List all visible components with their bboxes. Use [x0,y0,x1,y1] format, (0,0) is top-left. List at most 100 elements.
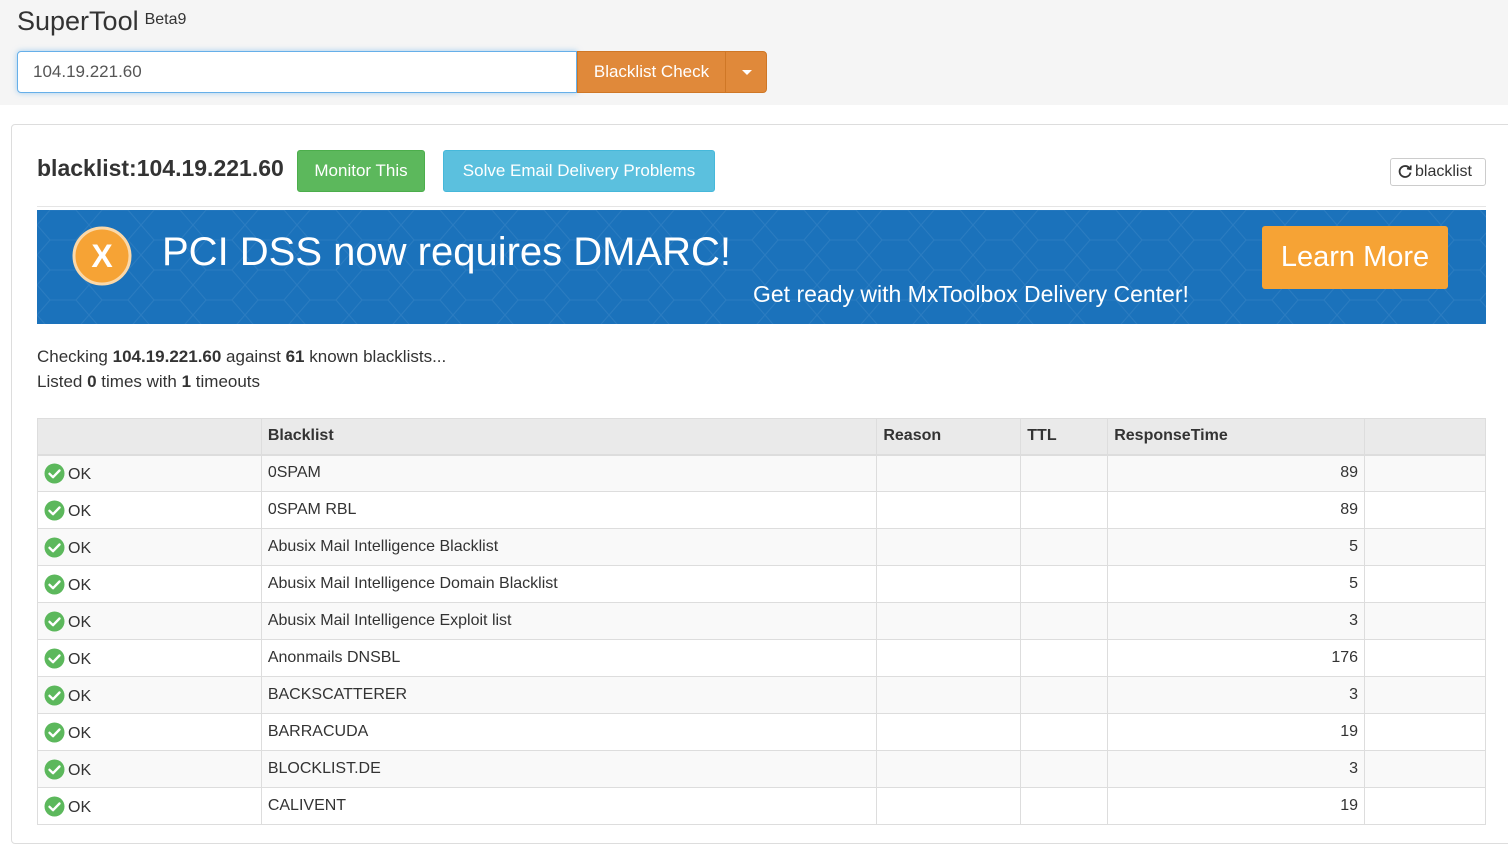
table-row: OK BLOCKLIST.DE 3 [37,750,1486,788]
response-time-cell: 19 [1107,713,1366,751]
response-time-cell: 176 [1107,639,1366,677]
check-circle-icon [44,796,65,816]
logo-letter: X [91,238,113,274]
response-time-cell: 3 [1107,750,1366,788]
listed-count: 0 [87,372,97,391]
brand-logo[interactable]: SuperTool Beta9 [17,6,186,37]
response-time-cell: 3 [1107,676,1366,714]
table-row: OK BARRACUDA 19 [37,713,1486,751]
ttl-cell [1020,750,1109,788]
learn-more-button[interactable]: Learn More [1262,226,1448,289]
check-circle-icon [44,500,65,520]
brand-version: Beta9 [144,11,187,28]
actions-cell [1364,528,1486,566]
table-header-row: Blacklist Reason TTL ResponseTime [37,418,1486,456]
status-cell: OK [37,750,262,788]
refresh-icon [1398,165,1412,178]
status-label: OK [68,724,92,742]
blacklist-name-cell[interactable]: Abusix Mail Intelligence Exploit list [260,602,878,640]
status-cell: OK [37,565,262,603]
summary-count: 61 [285,347,305,366]
status-label: OK [68,761,92,779]
reason-cell [876,528,1022,566]
table-row: OK BACKSCATTERER 3 [37,676,1486,714]
status-label: OK [68,798,92,816]
ttl-cell [1020,454,1109,492]
check-circle-icon [44,685,65,705]
ttl-cell [1020,676,1109,714]
status-label: OK [68,650,92,668]
column-header-ttl[interactable]: TTL [1020,418,1109,456]
monitor-this-button[interactable]: Monitor This [297,150,425,192]
table-row: OK Abusix Mail Intelligence Exploit list 3 [37,602,1486,640]
actions-cell [1364,565,1486,603]
blacklist-name-cell[interactable]: 0SPAM [260,454,878,492]
blacklist-name-cell[interactable]: BARRACUDA [260,713,878,751]
check-circle-icon [44,574,65,594]
check-circle-icon [44,537,65,557]
ttl-cell [1020,602,1109,640]
column-header-reason[interactable]: Reason [876,418,1022,456]
actions-cell [1364,491,1486,529]
column-header-actions [1364,418,1486,456]
solve-email-delivery-button[interactable]: Solve Email Delivery Problems [443,150,715,192]
refresh-blacklist-button[interactable]: blacklist [1390,158,1486,186]
header-divider [37,206,1486,207]
status-label: OK [68,613,92,631]
reason-cell [876,713,1022,751]
response-time-cell: 5 [1107,528,1366,566]
summary-line-checking: Checking 104.19.221.60 against 61 known … [37,347,447,366]
promo-banner[interactable]: X PCI DSS now requires DMARC! Get ready … [37,210,1486,324]
actions-cell [1364,676,1486,714]
column-header-response-time[interactable]: ResponseTime [1107,418,1366,456]
blacklist-name-cell[interactable]: Abusix Mail Intelligence Domain Blacklis… [260,565,878,603]
top-toolbar: SuperTool Beta9 Blacklist Check [0,0,1508,105]
ttl-cell [1020,565,1109,603]
blacklist-name-cell[interactable]: BACKSCATTERER [260,676,878,714]
timeouts-count: 1 [181,372,192,391]
actions-cell [1364,602,1486,640]
check-circle-icon [44,648,65,668]
status-cell: OK [37,602,262,640]
lookup-type-dropdown-button[interactable] [725,51,767,93]
ttl-cell [1020,491,1109,529]
column-header-status[interactable] [37,418,262,456]
ttl-cell [1020,528,1109,566]
reason-cell [876,676,1022,714]
refresh-label: blacklist [1415,163,1472,180]
banner-subtext: Get ready with MxToolbox Delivery Center… [753,281,1189,307]
status-cell: OK [37,528,262,566]
table-row: OK Anonmails DNSBL 176 [37,639,1486,677]
reason-cell [876,454,1022,492]
blacklist-name-cell[interactable]: 0SPAM RBL [260,491,878,529]
check-circle-icon [44,611,65,631]
reason-cell [876,565,1022,603]
table-row: OK 0SPAM 89 [37,454,1486,492]
blacklist-check-button[interactable]: Blacklist Check [577,51,726,93]
reason-cell [876,491,1022,529]
response-time-cell: 5 [1107,565,1366,603]
response-time-cell: 89 [1107,491,1366,529]
search-input[interactable] [17,51,577,93]
column-header-blacklist[interactable]: Blacklist [260,418,878,456]
actions-cell [1364,750,1486,788]
blacklist-name-cell[interactable]: Abusix Mail Intelligence Blacklist [260,528,878,566]
banner-headline: PCI DSS now requires DMARC! [162,230,732,274]
actions-cell [1364,713,1486,751]
reason-cell [876,602,1022,640]
status-label: OK [68,502,92,520]
status-cell: OK [37,713,262,751]
actions-cell [1364,454,1486,492]
status-label: OK [68,576,92,594]
blacklist-name-cell[interactable]: BLOCKLIST.DE [260,750,878,788]
table-row: OK 0SPAM RBL 89 [37,491,1486,529]
reason-cell [876,639,1022,677]
blacklist-results-table: Blacklist Reason TTL ResponseTime OK 0SPA… [37,418,1486,825]
brand-name: SuperTool [17,6,139,36]
blacklist-name-cell[interactable]: Anonmails DNSBL [260,639,878,677]
check-circle-icon [44,759,65,779]
status-cell: OK [37,454,262,492]
reason-cell [876,750,1022,788]
table-row: OK Abusix Mail Intelligence Blacklist 5 [37,528,1486,566]
ttl-cell [1020,713,1109,751]
